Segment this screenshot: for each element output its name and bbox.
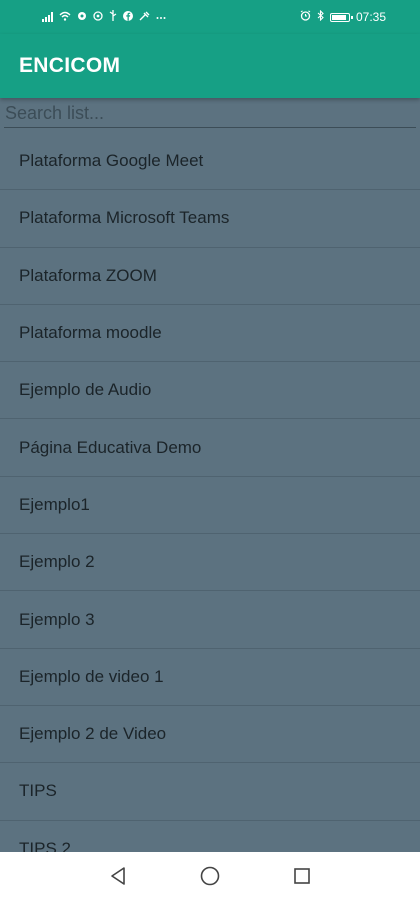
home-icon xyxy=(200,866,220,886)
status-right-icons: 07:35 xyxy=(300,9,386,24)
location-icon xyxy=(77,11,87,24)
wifi-icon xyxy=(59,11,71,24)
back-button[interactable] xyxy=(106,864,130,888)
list-item[interactable]: Plataforma ZOOM xyxy=(0,248,420,305)
more-icon xyxy=(156,12,166,23)
search-input[interactable] xyxy=(4,100,416,128)
settings-icon xyxy=(93,10,103,24)
facebook-icon xyxy=(123,10,133,24)
list-item[interactable]: Plataforma Microsoft Teams xyxy=(0,190,420,248)
signal-icon xyxy=(42,12,53,22)
list-item[interactable]: Plataforma moodle xyxy=(0,305,420,363)
list-item[interactable]: Página Educativa Demo xyxy=(0,419,420,477)
list-item[interactable]: Ejemplo 2 xyxy=(0,534,420,592)
tools-icon xyxy=(139,11,150,24)
list-item[interactable]: TIPS 2 xyxy=(0,821,420,852)
list-item[interactable]: Ejemplo 2 de Video xyxy=(0,706,420,764)
list-item[interactable]: Ejemplo de video 1 xyxy=(0,649,420,706)
item-list: Plataforma Google Meet Plataforma Micros… xyxy=(0,133,420,852)
alarm-icon xyxy=(300,10,311,24)
status-left-icons xyxy=(42,10,166,24)
list-item[interactable]: Ejemplo 3 xyxy=(0,591,420,649)
list-item[interactable]: Ejemplo1 xyxy=(0,477,420,535)
back-icon xyxy=(111,867,125,885)
system-nav-bar xyxy=(0,852,420,900)
recents-button[interactable] xyxy=(290,864,314,888)
status-bar: 07:35 xyxy=(0,0,420,34)
home-button[interactable] xyxy=(198,864,222,888)
usb-icon xyxy=(109,10,117,24)
battery-level xyxy=(331,14,346,20)
list-item[interactable]: Plataforma Google Meet xyxy=(0,133,420,191)
list-item[interactable]: TIPS xyxy=(0,763,420,821)
app-bar: ENCICOM xyxy=(0,34,420,98)
bluetooth-icon xyxy=(317,9,324,24)
list-item[interactable]: Ejemplo de Audio xyxy=(0,362,420,420)
status-time: 07:35 xyxy=(355,10,386,24)
app-title: ENCICOM xyxy=(19,54,121,77)
search-bar xyxy=(4,100,416,130)
battery-icon xyxy=(329,12,353,22)
recents-icon xyxy=(294,868,310,884)
